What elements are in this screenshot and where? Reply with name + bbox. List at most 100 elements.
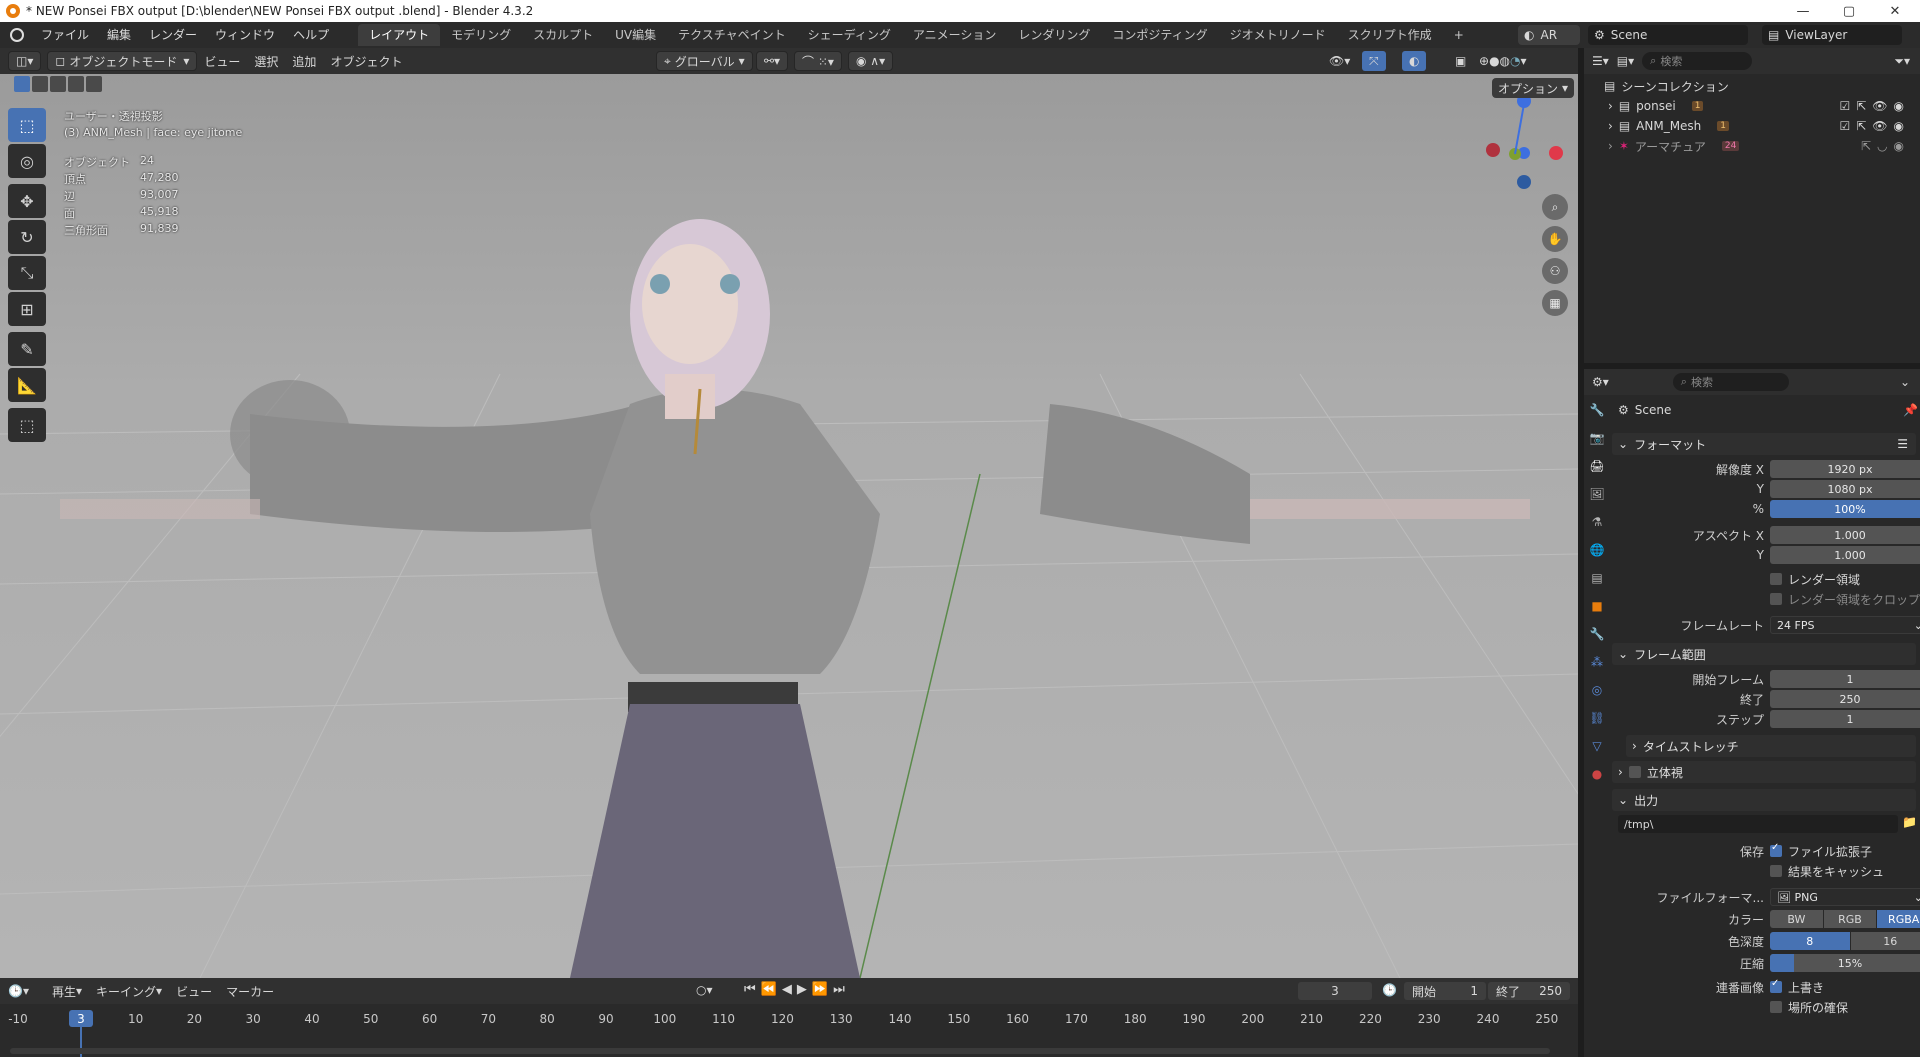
- add-cube-tool-icon[interactable]: ⬚: [8, 408, 46, 442]
- mode-selector[interactable]: ◻ オブジェクトモード ▾: [47, 51, 198, 71]
- frame-step-field[interactable]: 1: [1770, 710, 1920, 728]
- menu-help[interactable]: ヘルプ: [284, 22, 338, 48]
- res-y-field[interactable]: 1080 px: [1770, 480, 1920, 498]
- menu-add[interactable]: 追加: [285, 51, 323, 71]
- particles-tab-icon[interactable]: ⁂: [1586, 651, 1608, 673]
- object-tab-icon[interactable]: ■: [1586, 595, 1608, 617]
- tab-modeling[interactable]: モデリング: [440, 24, 522, 46]
- menu-file[interactable]: ファイル: [32, 22, 98, 48]
- view-layer-selector[interactable]: ▤ ViewLayer: [1762, 25, 1902, 45]
- gizmo-toggle[interactable]: ⤧: [1362, 51, 1386, 71]
- zoom-icon[interactable]: ⌕: [1542, 194, 1568, 220]
- minimize-button[interactable]: —: [1780, 0, 1826, 22]
- expand-chevron-icon[interactable]: ›: [1608, 139, 1613, 153]
- outliner-item-anm-mesh[interactable]: › ▤ ANM_Mesh 1 ☑⇱👁◉: [1584, 116, 1920, 136]
- select-box-tool-icon[interactable]: ⬚: [8, 108, 46, 142]
- pin-icon[interactable]: 📌: [1903, 403, 1918, 417]
- add-workspace-button[interactable]: +: [1443, 24, 1475, 46]
- checkbox[interactable]: [1770, 865, 1782, 877]
- res-x-field[interactable]: 1920 px: [1770, 460, 1920, 478]
- expand-chevron-icon[interactable]: ›: [1608, 119, 1613, 133]
- render-region-checkbox[interactable]: レンダー領域: [1770, 569, 1920, 589]
- display-mode-icon[interactable]: ▤▾: [1617, 54, 1634, 68]
- tab-sculpt[interactable]: スカルプト: [522, 24, 604, 46]
- render-tab-icon[interactable]: 📷: [1586, 427, 1608, 449]
- pan-hand-icon[interactable]: ✋: [1542, 226, 1568, 252]
- frame-range-panel-header[interactable]: ⌄ フレーム範囲: [1612, 643, 1916, 665]
- move-tool-icon[interactable]: ✥: [8, 184, 46, 218]
- timeline-scrollbar[interactable]: [10, 1048, 1550, 1054]
- ortho-grid-icon[interactable]: ▦: [1542, 290, 1568, 316]
- frame-end-field[interactable]: 250: [1770, 690, 1920, 708]
- transform-orientation-selector[interactable]: ⌖ グローバル ▾: [656, 51, 753, 71]
- editor-type-icon[interactable]: ⚙▾: [1592, 375, 1609, 389]
- render-engine-selector[interactable]: ◐ AR: [1518, 25, 1580, 45]
- presets-icon[interactable]: ☰: [1897, 437, 1908, 451]
- row-visibility-icons[interactable]: ⇱◡◉: [1861, 139, 1910, 153]
- visibility-selector[interactable]: 👁▾: [1322, 51, 1357, 71]
- 3d-viewport[interactable]: オプション ▾ ユーザー・透視投影 (3) ANM_Mesh | face: ey…: [0, 74, 1578, 978]
- menu-edit[interactable]: 編集: [98, 22, 140, 48]
- select-subtract-icon[interactable]: [50, 76, 66, 92]
- menu-render[interactable]: レンダー: [140, 22, 206, 48]
- row-visibility-icons[interactable]: ☑⇱👁◉: [1839, 99, 1910, 113]
- rotate-tool-icon[interactable]: ↻: [8, 220, 46, 254]
- checkbox[interactable]: [1770, 593, 1782, 605]
- depth-8-button[interactable]: 8: [1770, 932, 1850, 950]
- outliner-root[interactable]: ▤ シーンコレクション: [1584, 74, 1920, 94]
- row-visibility-icons[interactable]: ☑⇱👁◉: [1839, 119, 1910, 133]
- tab-scripting[interactable]: スクリプト作成: [1337, 24, 1443, 46]
- placeholders-checkbox[interactable]: 場所の確保: [1770, 997, 1920, 1017]
- world-tab-icon[interactable]: 🌐: [1586, 539, 1608, 561]
- file-extension-checkbox[interactable]: ファイル拡張子: [1770, 842, 1872, 860]
- framerate-select[interactable]: 24 FPS ⌄: [1770, 616, 1920, 634]
- time-stretch-panel-header[interactable]: › タイムストレッチ: [1626, 735, 1916, 757]
- checkbox[interactable]: [1770, 573, 1782, 585]
- tab-texture-paint[interactable]: テクスチャペイント: [667, 24, 797, 46]
- options-button[interactable]: オプション ▾: [1492, 78, 1574, 98]
- constraints-tab-icon[interactable]: ⛓: [1586, 707, 1608, 729]
- menu-select[interactable]: 選択: [247, 51, 285, 71]
- output-tab-icon[interactable]: 🖨: [1586, 455, 1608, 477]
- tab-compositing[interactable]: コンポジティング: [1101, 24, 1218, 46]
- color-rgba-button[interactable]: RGBA: [1877, 910, 1920, 928]
- frame-start-field[interactable]: 1: [1770, 670, 1920, 688]
- select-extend-icon[interactable]: [32, 76, 48, 92]
- frame-ruler[interactable]: -100102030405060708090100110120130140150…: [0, 978, 1578, 1057]
- menu-view[interactable]: ビュー: [197, 51, 247, 71]
- physics-tab-icon[interactable]: ◎: [1586, 679, 1608, 701]
- depth-16-button[interactable]: 16: [1850, 932, 1920, 950]
- scene-selector[interactable]: ⚙ Scene: [1588, 25, 1748, 45]
- checkbox[interactable]: [1628, 766, 1641, 778]
- checkbox[interactable]: [1770, 978, 1782, 993]
- view-layer-tab-icon[interactable]: 🖼: [1586, 483, 1608, 505]
- outliner-item-armature[interactable]: › ✶ アーマチュア 24 ⇱◡◉: [1584, 136, 1920, 156]
- format-panel-header[interactable]: ⌄ フォーマット ☰: [1612, 433, 1916, 455]
- tab-uv-editing[interactable]: UV編集: [604, 24, 667, 46]
- stereoscopy-panel-header[interactable]: › 立体視: [1612, 761, 1916, 783]
- filter-icon[interactable]: ⏷▾: [1894, 54, 1910, 69]
- res-pct-field[interactable]: 100%: [1770, 500, 1920, 518]
- chevron-down-icon[interactable]: ⌄: [1900, 375, 1910, 389]
- color-bw-button[interactable]: BW: [1770, 910, 1823, 928]
- folder-icon[interactable]: 📁: [1902, 815, 1917, 829]
- maximize-button[interactable]: ▢: [1826, 0, 1872, 22]
- playhead-frame[interactable]: 3: [69, 1010, 93, 1027]
- cursor-tool-icon[interactable]: ◎: [8, 144, 46, 178]
- measure-tool-icon[interactable]: 📐: [8, 368, 46, 402]
- shading-modes[interactable]: ⊕ ● ◍ ◔ ▾: [1472, 51, 1534, 71]
- tab-geometry-nodes[interactable]: ジオメトリノード: [1219, 24, 1337, 46]
- expand-chevron-icon[interactable]: ›: [1608, 99, 1613, 113]
- snap-toggle[interactable]: ⌒ ⁙▾: [794, 51, 842, 71]
- modifier-tab-icon[interactable]: 🔧: [1586, 623, 1608, 645]
- scene-tab-icon[interactable]: ⚗: [1586, 511, 1608, 533]
- material-tab-icon[interactable]: ●: [1586, 763, 1608, 785]
- overlay-toggle[interactable]: ◐: [1402, 51, 1427, 71]
- cache-result-checkbox[interactable]: 結果をキャッシュ: [1770, 861, 1920, 881]
- outliner-search-input[interactable]: ⌕ 検索: [1642, 52, 1753, 70]
- pivot-selector[interactable]: ⚯▾: [756, 51, 789, 71]
- annotate-tool-icon[interactable]: ✎: [8, 332, 46, 366]
- proportional-edit-toggle[interactable]: ◉ ∧▾: [848, 51, 894, 71]
- select-intersect-icon[interactable]: [86, 76, 102, 92]
- collection-tab-icon[interactable]: ▤: [1586, 567, 1608, 589]
